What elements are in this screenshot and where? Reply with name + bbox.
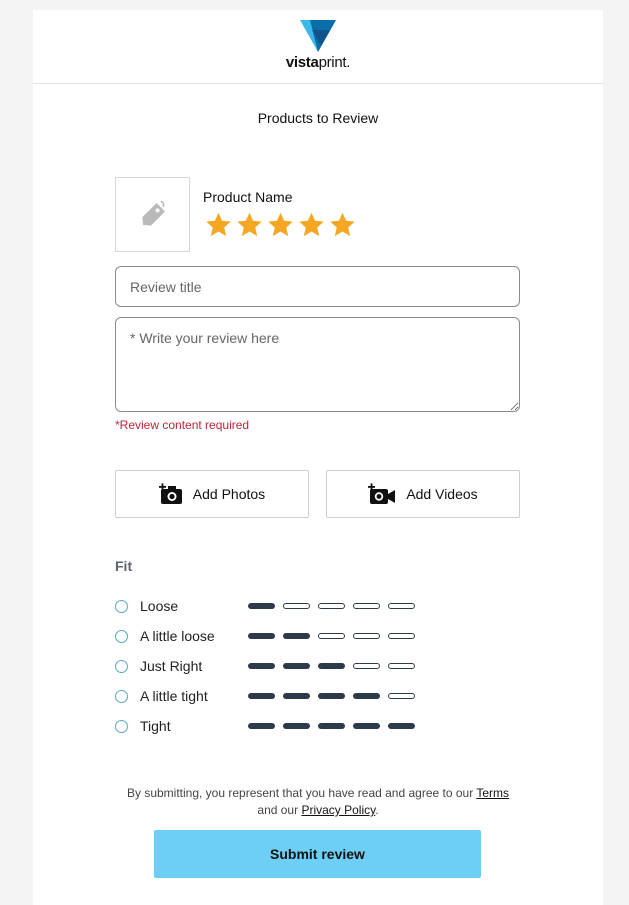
fit-scale-segment: [283, 693, 310, 699]
fit-radio[interactable]: [115, 599, 128, 613]
fit-option-label: Tight: [140, 718, 171, 734]
fit-option[interactable]: Tight: [115, 716, 435, 736]
camera-plus-icon: [158, 483, 182, 504]
add-photos-label: Add Photos: [192, 486, 266, 502]
submit-review-button[interactable]: Submit review: [154, 830, 481, 878]
add-photos-button[interactable]: Add Photos: [115, 470, 309, 518]
review-body-textarea[interactable]: [115, 317, 520, 412]
star-icon[interactable]: [327, 211, 358, 239]
fit-scale-segment: [248, 603, 275, 609]
fit-scale-segment: [388, 633, 415, 639]
star-icon[interactable]: [203, 211, 234, 239]
fit-scale: [248, 663, 423, 669]
fit-scale: [248, 633, 423, 639]
terms-link[interactable]: Terms: [476, 786, 509, 800]
fit-scale: [248, 723, 423, 729]
section-title: Products to Review: [257, 110, 379, 126]
fit-radio[interactable]: [115, 629, 128, 643]
fit-scale-segment: [283, 723, 310, 729]
video-camera-plus-icon: [368, 483, 396, 504]
vistaprint-logo-icon: [300, 20, 336, 52]
star-icon[interactable]: [234, 211, 265, 239]
fit-scale-segment: [318, 633, 345, 639]
fit-scale-segment: [388, 723, 415, 729]
fit-option[interactable]: A little loose: [115, 626, 435, 646]
privacy-policy-link[interactable]: Privacy Policy: [301, 803, 375, 817]
fit-option-label: A little loose: [140, 628, 215, 644]
fit-label: Fit: [115, 558, 133, 574]
fit-scale-segment: [248, 633, 275, 639]
star-rating[interactable]: [203, 211, 358, 239]
fit-scale: [248, 603, 423, 609]
review-card: vistaprint. Products to Review Product N…: [33, 10, 603, 905]
fit-scale-segment: [283, 633, 310, 639]
fit-option-label: Loose: [140, 598, 179, 614]
product-summary: Product Name: [115, 177, 358, 252]
product-name: Product Name: [203, 189, 293, 205]
fit-scale-segment: [388, 603, 415, 609]
fit-option[interactable]: Just Right: [115, 656, 435, 676]
fit-option[interactable]: Loose: [115, 596, 435, 616]
fit-scale-segment: [388, 663, 415, 669]
fit-scale-segment: [283, 603, 310, 609]
fit-scale-segment: [318, 693, 345, 699]
fit-radio[interactable]: [115, 659, 128, 673]
fit-scale-segment: [353, 663, 380, 669]
add-videos-button[interactable]: Add Videos: [326, 470, 520, 518]
fit-option[interactable]: A little tight: [115, 686, 435, 706]
fit-scale-segment: [318, 603, 345, 609]
review-title-input[interactable]: [115, 266, 520, 307]
fit-option-label: A little tight: [140, 688, 208, 704]
product-thumbnail: [115, 177, 190, 252]
fit-scale-segment: [283, 663, 310, 669]
add-videos-label: Add Videos: [406, 486, 478, 502]
fit-scale-segment: [353, 633, 380, 639]
legal-text: By submitting, you represent that you ha…: [126, 786, 509, 817]
fit-radio[interactable]: [115, 719, 128, 733]
logo-wordmark: vistaprint.: [285, 54, 351, 71]
header: vistaprint.: [33, 10, 603, 84]
fit-radio[interactable]: [115, 689, 128, 703]
star-icon[interactable]: [265, 211, 296, 239]
fit-scale-segment: [353, 603, 380, 609]
fit-scale-segment: [353, 693, 380, 699]
star-icon[interactable]: [296, 211, 327, 239]
fit-scale-segment: [248, 723, 275, 729]
fit-scale-segment: [248, 663, 275, 669]
review-content-error: *Review content required: [115, 418, 250, 432]
fit-scale-segment: [248, 693, 275, 699]
tag-icon: [141, 199, 165, 226]
fit-scale: [248, 693, 423, 699]
fit-option-label: Just Right: [140, 658, 203, 674]
fit-scale-segment: [388, 693, 415, 699]
fit-scale-segment: [353, 723, 380, 729]
fit-scale-segment: [318, 723, 345, 729]
fit-scale-segment: [318, 663, 345, 669]
